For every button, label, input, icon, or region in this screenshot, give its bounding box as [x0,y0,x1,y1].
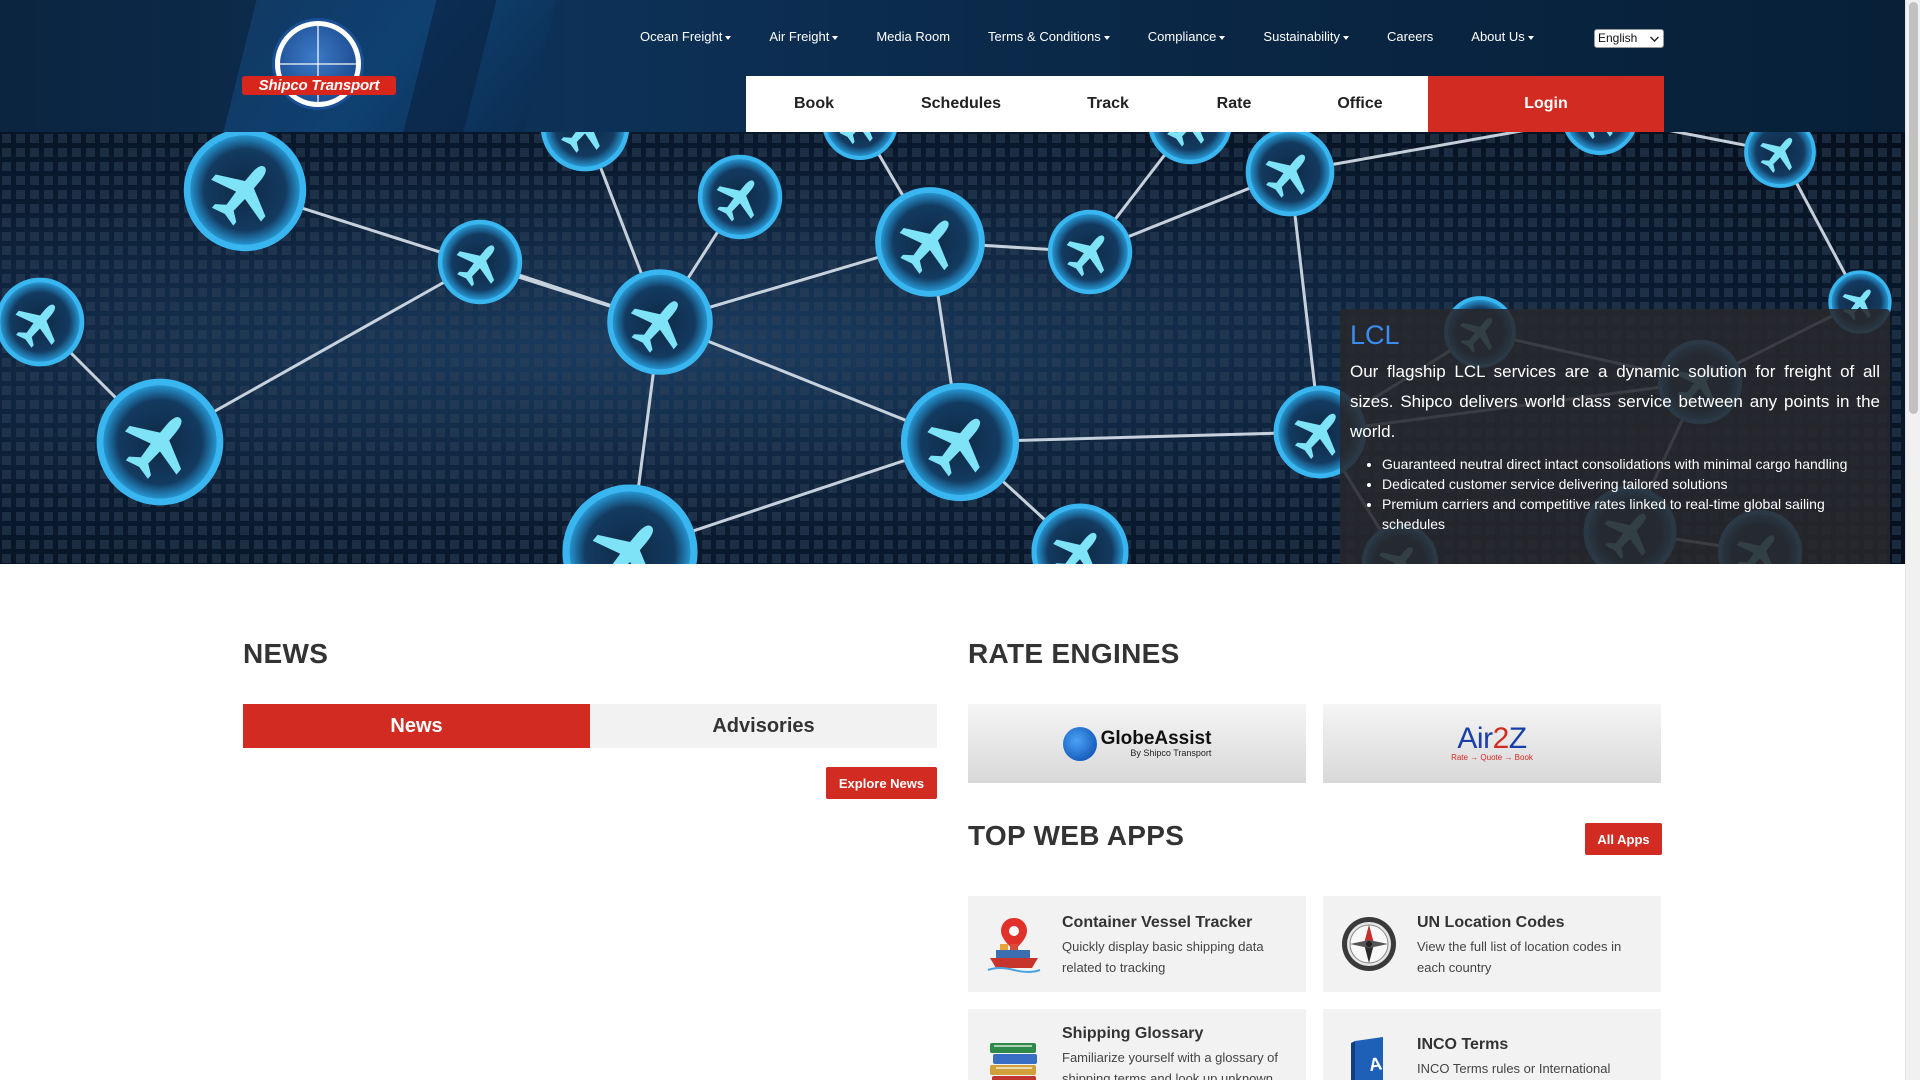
lcl-bullet: Guaranteed neutral direct intact consoli… [1382,454,1880,474]
air2z-suffix: Z [1508,721,1527,755]
nav-label: Compliance [1147,29,1217,44]
app-card-inco-terms[interactable]: A INCO Terms INCO Terms rules or Interna… [1323,1009,1661,1080]
globeassist-card[interactable]: GlobeAssist By Shipco Transport [968,704,1306,783]
lcl-bullet: Dedicated customer service delivering ta… [1382,474,1880,494]
language-select[interactable]: English [1594,29,1664,48]
compass-icon [1342,917,1396,971]
tab-advisories[interactable]: Advisories [590,704,937,748]
caret-down-icon [1103,35,1110,40]
action-bar: Book Schedules Track Rate Office Login [746,76,1664,132]
news-heading: NEWS [243,638,329,669]
globe-icon [1062,726,1097,761]
airplane-node-icon [1245,132,1335,217]
globeassist-name: GlobeAssist [1100,727,1212,749]
airplane-node-icon [183,132,307,252]
app-title: Container Vessel Tracker [1062,914,1253,931]
globeassist-logo: GlobeAssist By Shipco Transport [1062,726,1212,761]
nav-label: Sustainability [1263,29,1341,44]
nav-about-us[interactable]: About Us [1471,29,1534,47]
office-button[interactable]: Office [1292,76,1428,132]
app-title: UN Location Codes [1417,914,1565,931]
news-tabs: News Advisories [243,704,937,748]
ship-location-pin-icon [987,918,1041,973]
nav-compliance[interactable]: Compliance [1148,29,1226,47]
app-description: View the full list of location codes in … [1417,939,1622,975]
nav-label: Careers [1387,29,1434,44]
airplane-node-icon [875,187,985,297]
airplane-node-icon [437,219,523,305]
svg-text:A: A [1368,1053,1384,1075]
top-nav: Ocean Freight Air Freight Media Room Ter… [640,29,1572,47]
shipco-logo[interactable]: Shipco Transport [242,18,396,114]
dictionary-book-icon: A [1351,1037,1384,1080]
air2z-tagline: Rate → Quote → Book [1451,752,1533,762]
books-icon [990,1043,1037,1080]
airplane-node-icon [1744,132,1816,188]
chevron-down-icon [1650,33,1659,42]
page-scrollbar[interactable] [1905,0,1920,1080]
rate-button[interactable]: Rate [1176,76,1292,132]
book-button[interactable]: Book [746,76,882,132]
caret-down-icon [1219,35,1226,40]
nav-terms-conditions[interactable]: Terms & Conditions [988,29,1110,47]
nav-air-freight[interactable]: Air Freight [769,29,839,47]
login-button[interactable]: Login [1428,76,1664,132]
app-card-container-vessel-tracker[interactable]: Container Vessel Tracker Quickly display… [968,896,1306,992]
app-card-un-location-codes[interactable]: UN Location Codes View the full list of … [1323,896,1661,992]
caret-down-icon [832,35,839,40]
airplane-node-icon [96,378,224,506]
nav-label: Terms & Conditions [988,29,1101,44]
app-description: Familiarize yourself with a glossary of … [1062,1050,1279,1080]
tab-news[interactable]: News [243,704,590,748]
caret-down-icon [1527,35,1534,40]
airplane-node-icon [697,154,783,240]
lcl-description: Our flagship LCL services are a dynamic … [1350,362,1880,441]
page: Shipco Transport Ocean Freight Air Freig… [0,0,1905,1080]
nav-label: Air Freight [769,29,830,44]
lcl-title: LCL [1350,320,1400,350]
app-description: Quickly display basic shipping data rela… [1062,939,1264,975]
nav-media-room[interactable]: Media Room [876,29,950,47]
air2z-logo: Air2Z Rate → Quote → Book [1451,721,1533,763]
nav-label: Media Room [876,29,951,44]
app-title: Shipping Glossary [1062,1025,1204,1042]
lcl-bullet-list: Guaranteed neutral direct intact consoli… [1350,454,1880,534]
site-header: Shipco Transport Ocean Freight Air Freig… [0,0,1905,132]
top-web-apps-heading: TOP WEB APPS [968,820,1185,851]
app-title: INCO Terms [1417,1036,1509,1053]
scrollbar-thumb[interactable] [1909,2,1918,414]
logo-text: Shipco Transport [242,76,396,95]
track-button[interactable]: Track [1040,76,1176,132]
nav-ocean-freight[interactable]: Ocean Freight [640,29,732,47]
app-card-shipping-glossary[interactable]: Shipping Glossary Familiarize yourself w… [968,1009,1306,1080]
rate-engines-heading: RATE ENGINES [968,638,1180,669]
nav-label: Ocean Freight [640,29,723,44]
schedules-button[interactable]: Schedules [882,76,1040,132]
airplane-node-icon [1047,209,1133,295]
hero-banner: LCL Our flagship LCL services are a dyna… [0,132,1905,564]
air2z-prefix: Air [1457,721,1493,755]
nav-label: About Us [1471,29,1525,44]
air2z-two: 2 [1492,721,1510,755]
caret-down-icon [725,35,732,40]
app-description: INCO Terms rules or International [1417,1061,1611,1076]
lcl-bullet: Premium carriers and competitive rates l… [1382,494,1880,534]
airplane-node-icon [900,382,1020,502]
lcl-info-box: LCL Our flagship LCL services are a dyna… [1340,309,1890,564]
all-apps-button[interactable]: All Apps [1585,823,1662,855]
explore-news-button[interactable]: Explore News [826,767,937,799]
language-value: English [1598,31,1638,45]
airplane-node-icon [0,277,85,367]
nav-sustainability[interactable]: Sustainability [1263,29,1350,47]
nav-careers[interactable]: Careers [1387,29,1433,47]
airplane-node-icon [607,269,713,375]
globeassist-tagline: By Shipco Transport [1130,747,1212,758]
air2z-card[interactable]: Air2Z Rate → Quote → Book [1323,704,1661,783]
caret-down-icon [1343,35,1350,40]
